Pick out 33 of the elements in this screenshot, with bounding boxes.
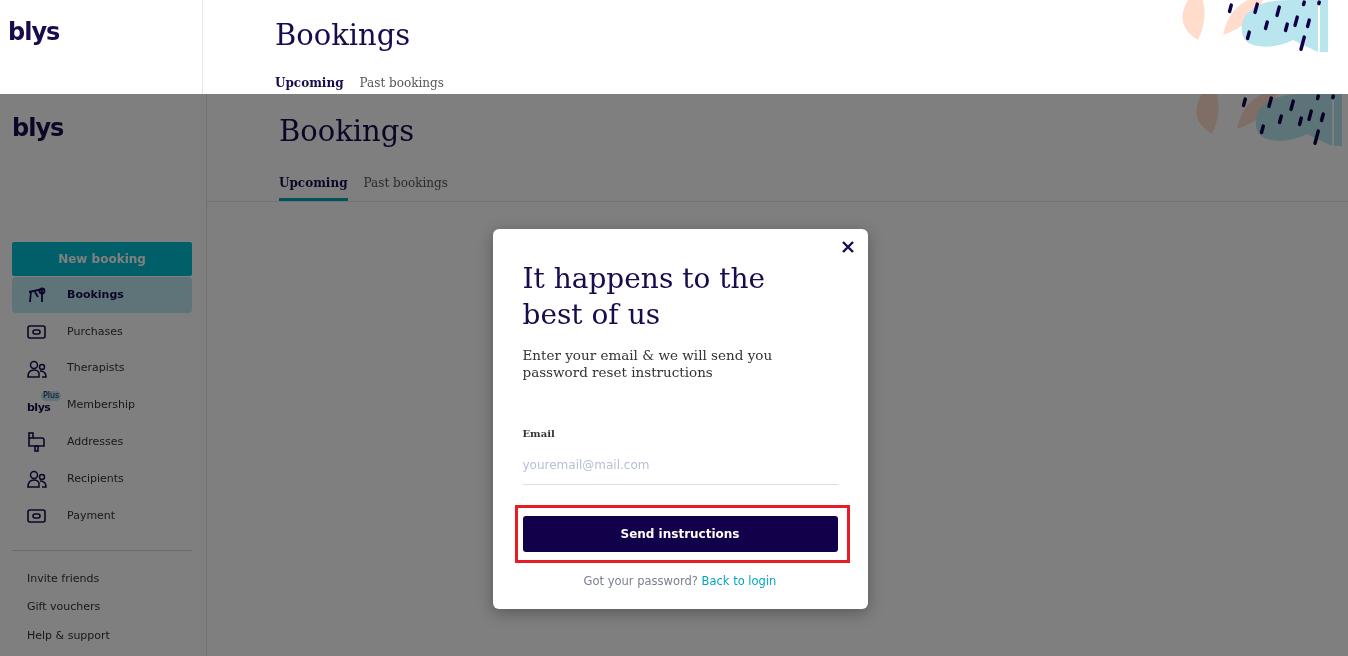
people-icon [27,470,47,489]
tab[interactable]: Past bookings [359,74,444,94]
sidebar-item[interactable]: Therapists [12,350,192,387]
card-icon [27,509,47,524]
sidebar-item[interactable]: Purchases [12,313,192,350]
logo: blys [8,20,60,44]
footer-link[interactable]: Help & support [12,627,191,656]
modal-title: It happens to the best of us [522,261,767,333]
modal-footer-text: Got your password? Back to login [582,573,778,590]
table-icon [27,287,47,303]
close-icon[interactable] [841,241,854,253]
tab[interactable]: Upcoming [275,74,344,94]
sidebar-item[interactable]: Plus blys Membership [12,387,192,424]
people-icon [27,359,47,378]
footer-link[interactable]: Invite friends [12,571,191,600]
tab[interactable]: Upcoming [279,174,348,201]
back-to-login-link[interactable]: Back to login [701,574,777,588]
card-icon [27,324,47,339]
mailbox-icon [27,432,47,453]
logo: blys [12,116,65,140]
field-label: Email [522,427,555,441]
plus-badge: Plus [41,391,62,402]
page-title: Bookings [279,116,415,148]
sidebar-item[interactable]: Addresses [12,424,192,461]
sidebar-item[interactable]: Bookings [12,277,192,313]
modal-description: Enter your email & we will send you password reset instructions [522,347,774,381]
sidebar-item[interactable]: Recipients [12,461,192,498]
tab[interactable]: Past bookings [363,174,448,201]
sidebar-item[interactable]: Payment [12,498,192,535]
page-title: Bookings [275,20,411,52]
logo-text: blys [27,401,51,415]
footer-link[interactable]: Gift vouchers [12,599,191,628]
send-instructions-button[interactable]: Send instructions [522,516,838,552]
